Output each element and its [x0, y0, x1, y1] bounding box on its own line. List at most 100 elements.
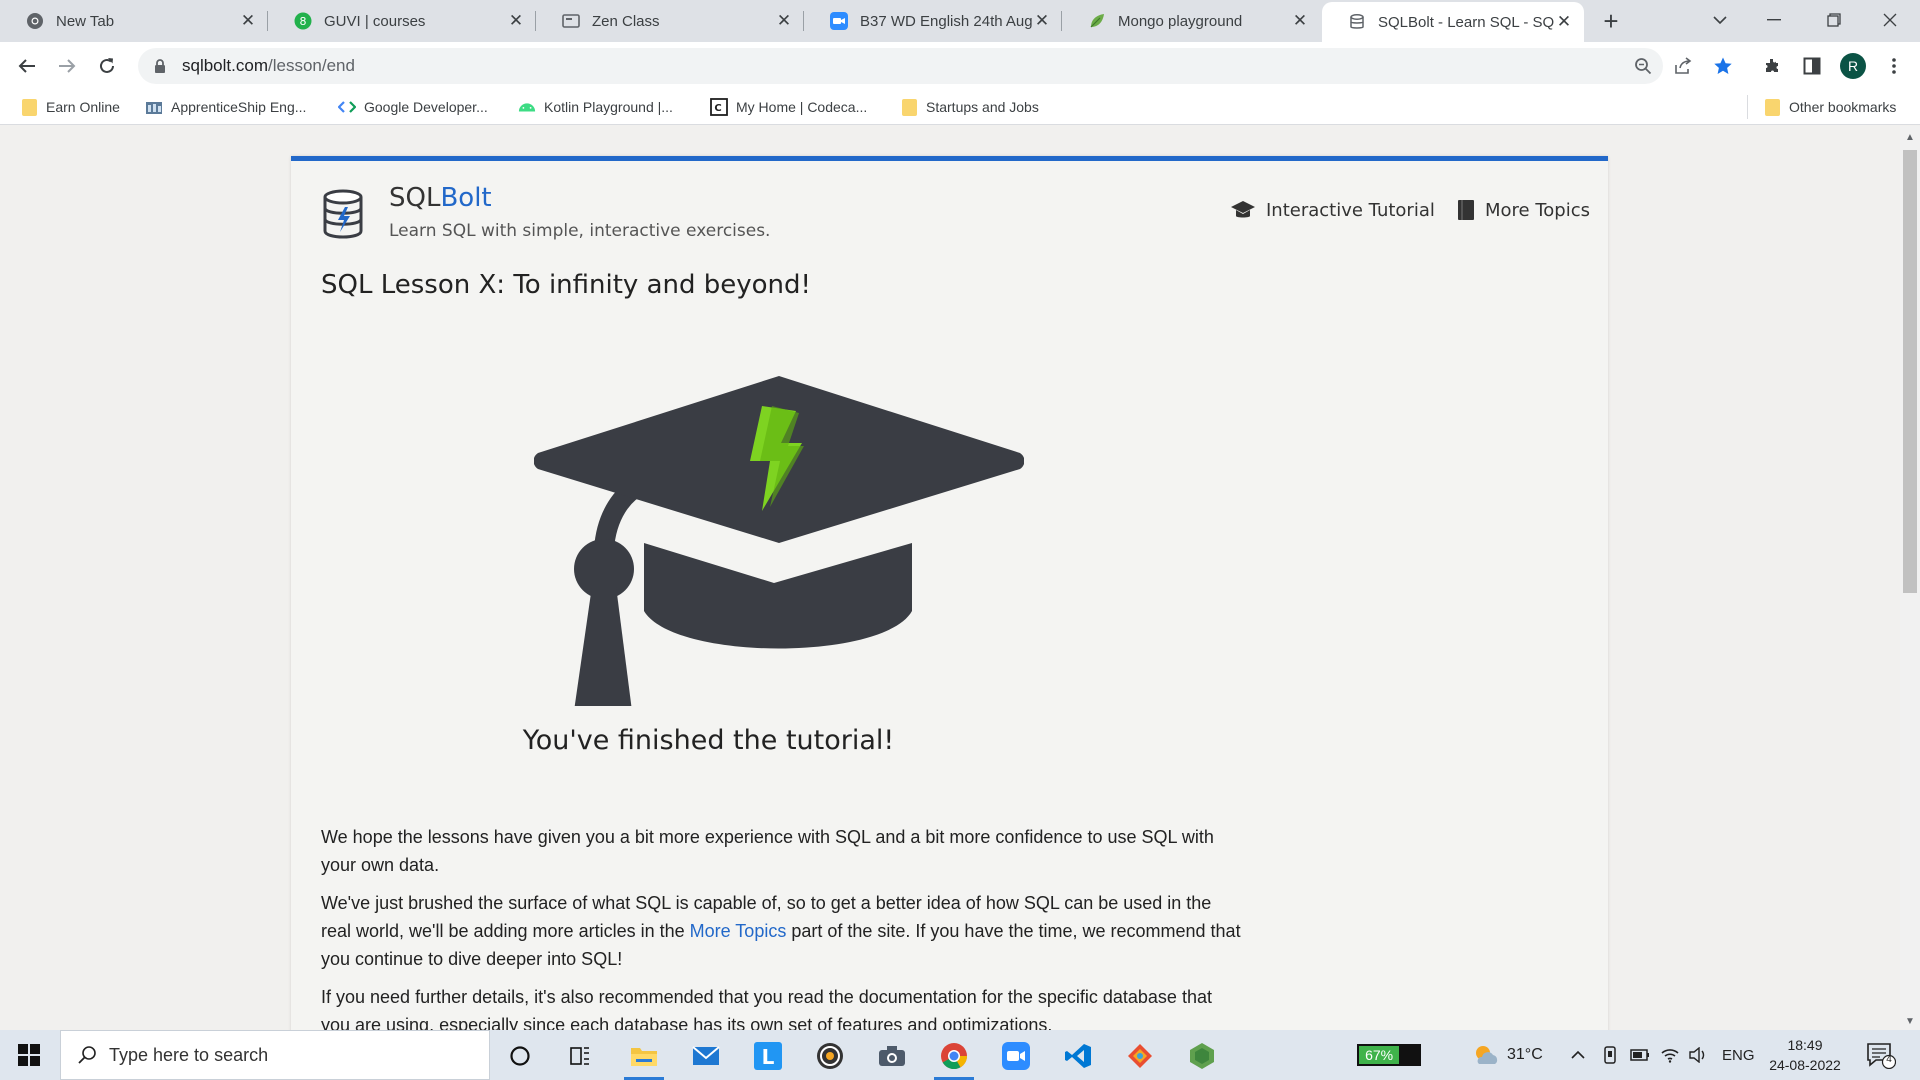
- brand-name[interactable]: SQLBolt: [389, 183, 492, 213]
- minimize-icon[interactable]: [1746, 0, 1802, 40]
- lesson-body: We hope the lessons have given you a bit…: [321, 823, 1241, 1030]
- search-icon: [77, 1045, 97, 1065]
- profile-avatar[interactable]: R: [1837, 50, 1869, 82]
- git-kraken-icon[interactable]: [1115, 1035, 1165, 1077]
- tray-device-icon[interactable]: [1602, 1030, 1618, 1080]
- new-tab-button[interactable]: +: [1596, 6, 1626, 36]
- battery-percent: 67%: [1359, 1046, 1400, 1064]
- tab-zoom-meeting[interactable]: B37 WD English 24th August ✕: [804, 0, 1062, 42]
- bookmark-earn-online[interactable]: Earn Online: [20, 95, 120, 119]
- menu-icon[interactable]: [1878, 50, 1910, 82]
- guvi-icon: 8: [294, 12, 312, 30]
- language-indicator[interactable]: ENG: [1722, 1030, 1755, 1080]
- zoom-taskbar-icon[interactable]: [991, 1035, 1041, 1077]
- mail-icon[interactable]: [681, 1035, 731, 1077]
- battery-icon[interactable]: [1630, 1030, 1650, 1080]
- address-bar[interactable]: sqlbolt.com/lesson/end: [138, 48, 1663, 84]
- bookmark-codecademy[interactable]: C My Home | Codeca...: [710, 95, 867, 119]
- restore-icon[interactable]: [1806, 0, 1862, 40]
- tab-title: GUVI | courses: [324, 12, 426, 30]
- svg-text:C: C: [714, 103, 721, 114]
- close-icon[interactable]: ✕: [1290, 11, 1310, 31]
- finished-heading: You've finished the tutorial!: [522, 725, 895, 756]
- tab-zen-class[interactable]: Zen Class ✕: [536, 0, 804, 42]
- android-icon: [518, 98, 536, 116]
- graduation-cap-icon: [1230, 199, 1256, 221]
- reload-icon[interactable]: [91, 50, 123, 82]
- scroll-down-icon[interactable]: ▼: [1905, 1016, 1915, 1027]
- nav-interactive-tutorial[interactable]: Interactive Tutorial: [1230, 199, 1435, 221]
- system-clock[interactable]: 18:49 24-08-2022: [1760, 1035, 1850, 1075]
- battery-meter[interactable]: 67%: [1357, 1044, 1421, 1066]
- tab-new-tab[interactable]: New Tab ✕: [0, 0, 268, 42]
- tab-title: Mongo playground: [1118, 12, 1243, 30]
- taskbar-search-box[interactable]: Type here to search: [60, 1030, 490, 1080]
- zoom-magnifier-icon[interactable]: [1627, 50, 1659, 82]
- side-panel-icon[interactable]: [1796, 50, 1828, 82]
- close-icon[interactable]: ✕: [506, 11, 526, 31]
- close-icon[interactable]: ✕: [1554, 12, 1574, 32]
- svg-text:L: L: [762, 1045, 775, 1069]
- bookmark-apprenticeship[interactable]: ApprenticeShip Eng...: [145, 95, 306, 119]
- codecademy-icon: C: [710, 98, 728, 116]
- scrollbar-thumb[interactable]: [1903, 150, 1917, 593]
- share-icon[interactable]: [1667, 50, 1699, 82]
- content-card: SQLBolt Learn SQL with simple, interacti…: [291, 156, 1608, 1030]
- forward-icon[interactable]: [51, 50, 83, 82]
- page-scrollbar[interactable]: ▲ ▼: [1900, 126, 1920, 1030]
- paragraph-1: We hope the lessons have given you a bit…: [321, 827, 1214, 875]
- lock-icon[interactable]: [150, 58, 170, 74]
- bookmark-star-icon[interactable]: [1707, 50, 1739, 82]
- camera-icon[interactable]: [867, 1035, 917, 1077]
- extensions-icon[interactable]: [1756, 50, 1788, 82]
- close-icon[interactable]: ✕: [1032, 11, 1052, 31]
- url-text: sqlbolt.com/lesson/end: [182, 56, 355, 75]
- chrome-icon: [26, 12, 44, 30]
- bookmark-other-bookmarks[interactable]: Other bookmarks: [1763, 95, 1896, 119]
- chrome-taskbar-icon[interactable]: [929, 1035, 979, 1080]
- vscode-icon[interactable]: [1053, 1035, 1103, 1077]
- obs-icon[interactable]: [805, 1035, 855, 1077]
- close-icon[interactable]: ✕: [774, 11, 794, 31]
- tab-mongo-playground[interactable]: Mongo playground ✕: [1062, 0, 1320, 42]
- bookmarks-divider: [1747, 95, 1748, 119]
- close-icon[interactable]: ✕: [238, 11, 258, 31]
- mongo-leaf-icon: [1088, 12, 1106, 30]
- wifi-icon[interactable]: [1660, 1030, 1680, 1080]
- tab-guvi[interactable]: 8 GUVI | courses ✕: [268, 0, 536, 42]
- windows-taskbar: Type here to search L 67% 31°C ENG 18:49…: [0, 1030, 1920, 1080]
- tagline: Learn SQL with simple, interactive exerc…: [389, 221, 771, 241]
- back-icon[interactable]: [11, 50, 43, 82]
- tab-search-chevron-icon[interactable]: [1692, 0, 1748, 40]
- volume-icon[interactable]: [1688, 1030, 1708, 1080]
- bookmark-startups-and-jobs[interactable]: Startups and Jobs: [900, 95, 1039, 119]
- nodejs-icon[interactable]: [1177, 1035, 1227, 1077]
- windows-start-icon[interactable]: [0, 1030, 58, 1080]
- zoom-icon: [830, 12, 848, 30]
- file-explorer-icon[interactable]: [619, 1035, 669, 1080]
- tab-title: Zen Class: [592, 12, 660, 30]
- folder-icon: [20, 98, 38, 116]
- task-view-icon[interactable]: [555, 1035, 605, 1077]
- tab-title: B37 WD English 24th August: [860, 12, 1032, 30]
- notifications-icon[interactable]: 4: [1866, 1041, 1897, 1070]
- bookmark-kotlin-playground[interactable]: Kotlin Playground |...: [518, 95, 673, 119]
- bookmark-google-developers[interactable]: Google Developer...: [338, 95, 488, 119]
- cortana-icon[interactable]: [495, 1035, 545, 1077]
- zen-class-icon: [562, 12, 580, 30]
- close-window-icon[interactable]: [1862, 0, 1918, 40]
- page-viewport: SQLBolt Learn SQL with simple, interacti…: [0, 126, 1900, 1030]
- more-topics-link[interactable]: More Topics: [690, 921, 787, 941]
- lesson-title: SQL Lesson X: To infinity and beyond!: [321, 270, 811, 300]
- scroll-up-icon[interactable]: ▲: [1905, 132, 1915, 143]
- launcher-l-icon[interactable]: L: [743, 1035, 793, 1077]
- google-developers-icon: [338, 98, 356, 116]
- show-hidden-icons-chevron[interactable]: [1570, 1030, 1586, 1080]
- sqlbolt-logo-icon[interactable]: [321, 189, 365, 239]
- notification-count: 4: [1886, 1054, 1892, 1065]
- weather-widget[interactable]: 31°C: [1473, 1030, 1543, 1080]
- nav-more-topics[interactable]: More Topics: [1457, 199, 1590, 221]
- book-icon: [1457, 199, 1475, 221]
- tab-sqlbolt[interactable]: SQLBolt - Learn SQL - SQL Lesson X ✕: [1322, 2, 1584, 42]
- graduation-cap-illustration: [534, 376, 1024, 706]
